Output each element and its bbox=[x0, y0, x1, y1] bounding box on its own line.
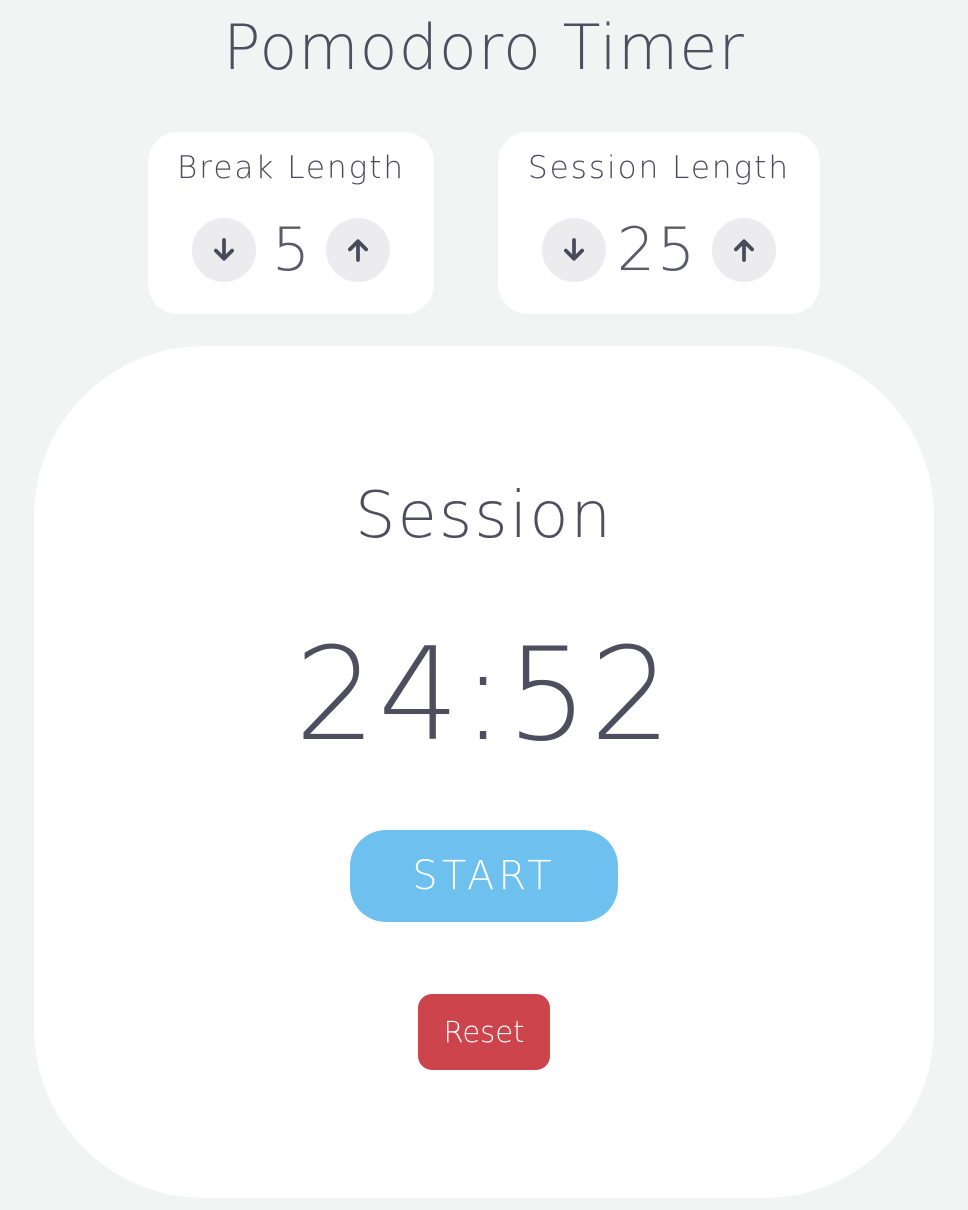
break-length-label: Break Length bbox=[176, 150, 406, 186]
arrow-down-icon bbox=[214, 238, 234, 261]
arrow-up-icon bbox=[734, 239, 754, 262]
break-length-card: Break Length 5 bbox=[148, 132, 434, 314]
timer-label: Session bbox=[354, 479, 614, 553]
session-decrement-button[interactable] bbox=[542, 218, 606, 282]
break-increment-button[interactable] bbox=[326, 218, 390, 282]
session-length-card: Session Length 25 bbox=[498, 132, 820, 314]
break-length-value: 5 bbox=[271, 215, 313, 285]
time-left-display: 24:52 bbox=[294, 621, 674, 770]
arrow-down-icon bbox=[564, 238, 584, 261]
session-increment-button[interactable] bbox=[712, 218, 776, 282]
timer-card: Session 24:52 START Reset bbox=[34, 346, 934, 1198]
break-decrement-button[interactable] bbox=[192, 218, 256, 282]
reset-button[interactable]: Reset bbox=[418, 994, 550, 1070]
arrow-up-icon bbox=[348, 239, 368, 262]
session-length-value: 25 bbox=[616, 215, 698, 285]
pomodoro-page: Pomodoro Timer Break Length 5 Session Le… bbox=[0, 0, 968, 1210]
app-title: Pomodoro Timer bbox=[223, 11, 745, 84]
session-length-label: Session Length bbox=[528, 150, 790, 186]
start-button[interactable]: START bbox=[350, 830, 618, 922]
